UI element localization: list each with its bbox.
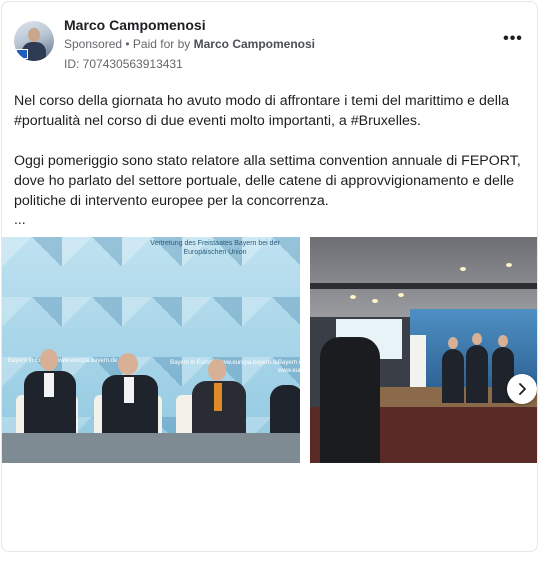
photo-ceiling	[310, 237, 537, 317]
stage-light	[506, 263, 512, 267]
sponsored-label: Sponsored	[64, 37, 123, 51]
sponsored-line: Sponsored • Paid for by Marco Campomenos…	[64, 37, 315, 51]
ad-post-card: Marco Campomenosi Sponsored • Paid for b…	[1, 1, 538, 552]
more-options-icon[interactable]: •••	[501, 31, 525, 47]
ad-id: ID: 707430563913431	[64, 57, 183, 71]
stage-light	[398, 293, 404, 297]
carousel-photo-2[interactable]	[310, 237, 537, 463]
avatar-flag-icon	[16, 49, 28, 59]
carousel-photo-1[interactable]: Vertretung des Freistaates Bayern bei de…	[2, 237, 300, 463]
paid-for-name: Marco Campomenosi	[193, 37, 315, 51]
stage-light	[350, 295, 356, 299]
post-paragraph-2: Oggi pomeriggio sono stato relatore alla…	[14, 153, 521, 209]
photo-backdrop-text: Bayern in Europa www.europa.bayern.de	[278, 360, 300, 374]
photo-backdrop-text: Bayern in Europa www.europa.bayern.de	[8, 358, 118, 364]
rollup-banner	[410, 335, 426, 391]
author-name[interactable]: Marco Campomenosi	[64, 17, 206, 33]
avatar-head	[28, 28, 40, 42]
photographer	[320, 337, 380, 463]
paid-for-prefix: • Paid for by	[125, 37, 191, 51]
post-text: Nel corso della giornata ho avuto modo d…	[14, 91, 524, 211]
photo-truss	[310, 283, 537, 289]
chevron-right-icon	[519, 383, 526, 395]
media-carousel: Vertretung des Freistaates Bayern bei de…	[2, 237, 537, 463]
post-paragraph-1: Nel corso della giornata ho avuto modo d…	[14, 93, 509, 129]
stage-light	[460, 267, 466, 271]
avatar[interactable]	[14, 21, 54, 61]
photo-banner-text: Vertretung des Freistaates Bayern bei de…	[150, 240, 280, 256]
post-header: Marco Campomenosi Sponsored • Paid for b…	[14, 15, 525, 75]
see-more-ellipsis[interactable]: ...	[14, 211, 26, 227]
stage-light	[372, 299, 378, 303]
carousel-next-button[interactable]	[507, 374, 537, 404]
panel-table	[2, 433, 300, 463]
